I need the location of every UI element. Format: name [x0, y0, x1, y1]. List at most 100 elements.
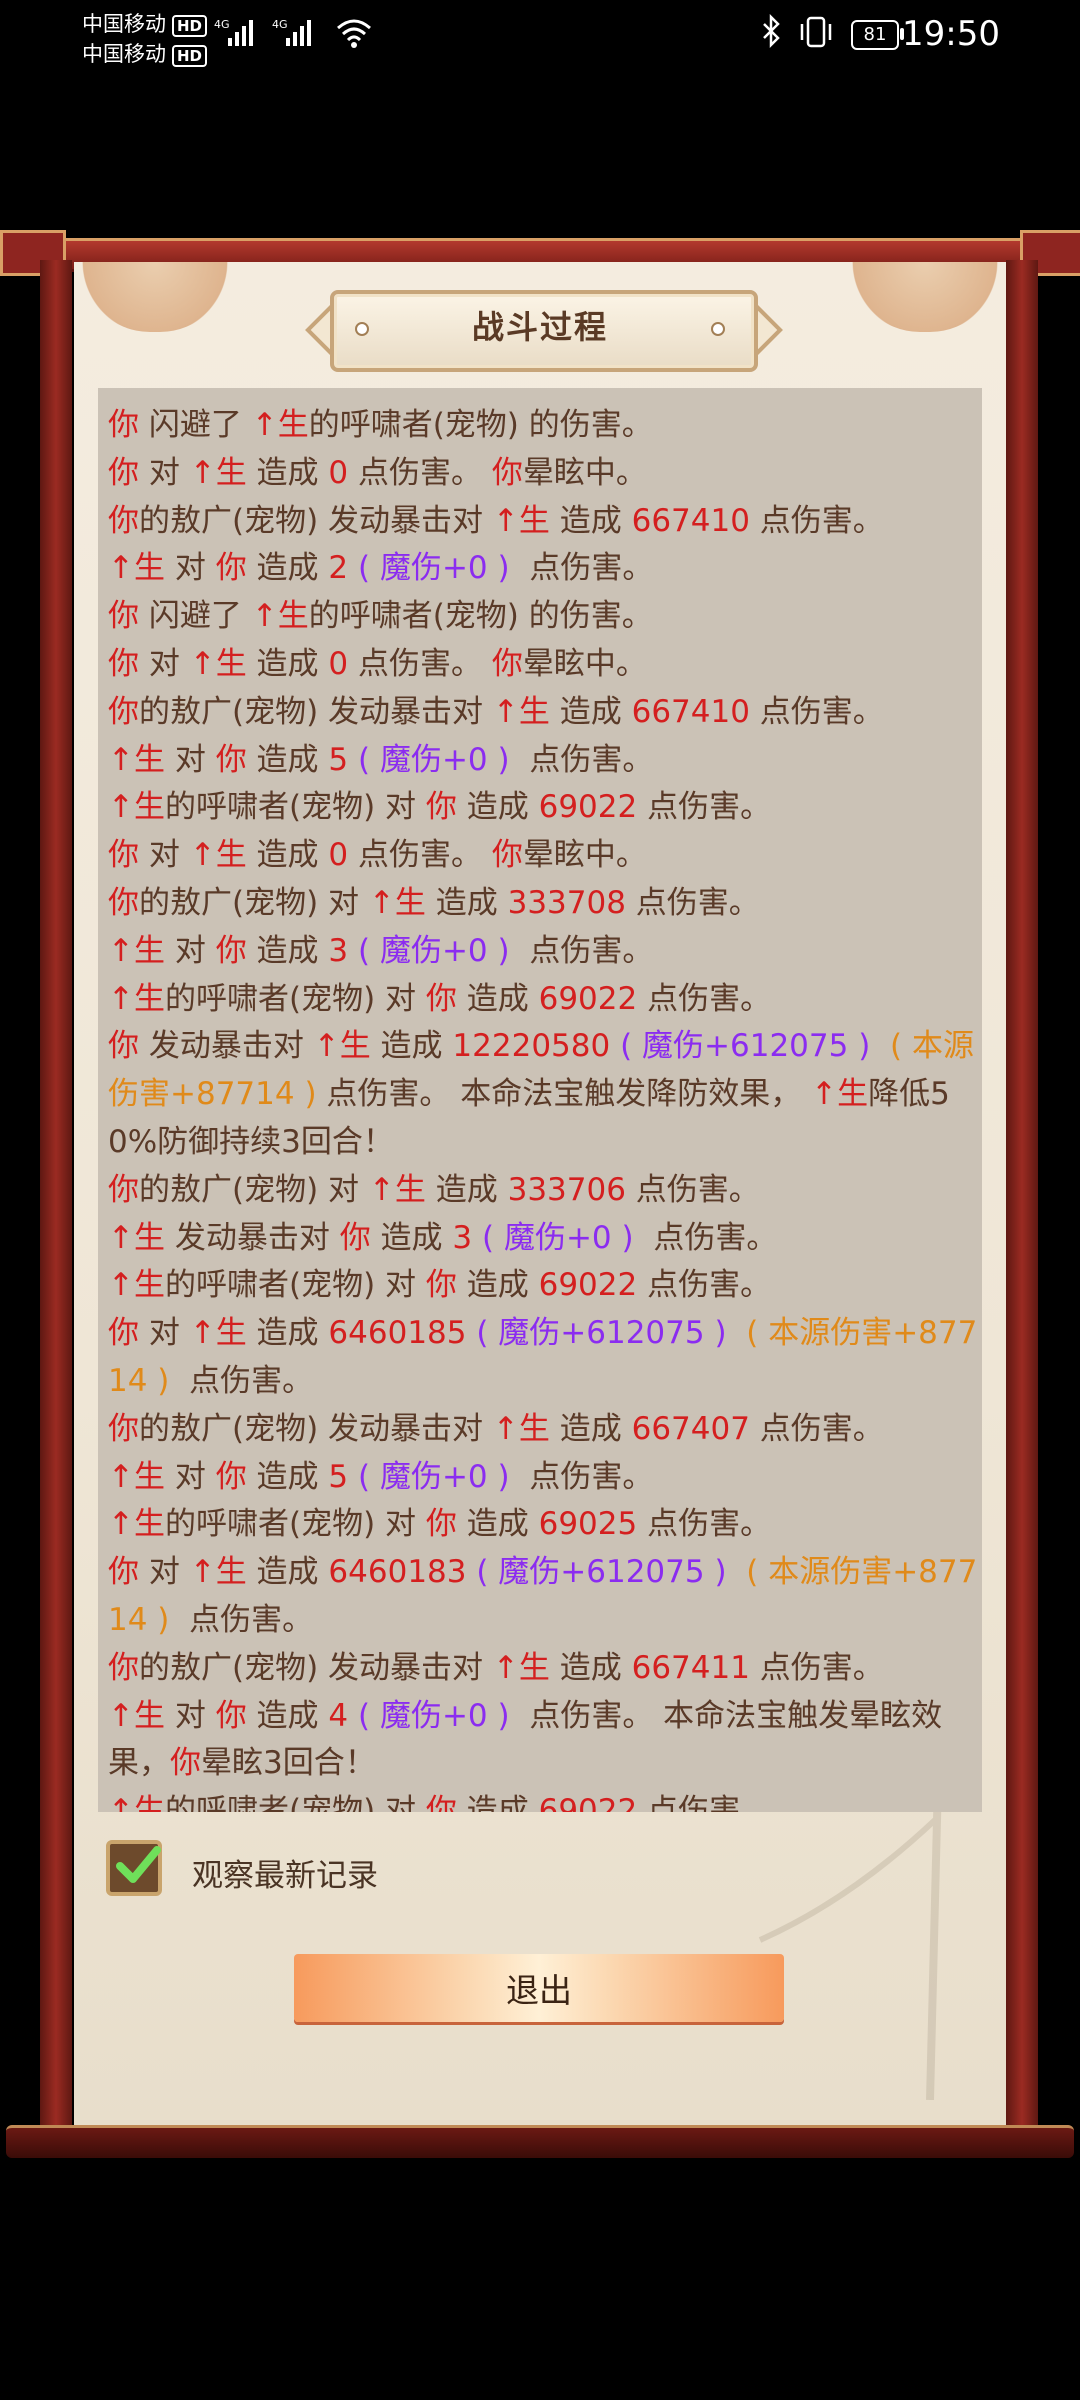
log-segment: 对: [164, 1458, 216, 1495]
log-segment: 你: [108, 502, 139, 539]
log-line: ↑生 对 你 造成 4 ( 魔伤+0 ) 点伤害。 本命法宝触发晕眩效果，你晕眩…: [108, 1693, 978, 1789]
log-segment: 333706: [507, 1171, 626, 1208]
carrier-2-name: 中国移动: [82, 42, 166, 66]
log-segment: 点伤害。: [749, 1410, 884, 1447]
dialog-title: 战斗过程: [471, 308, 608, 346]
watch-latest-label: 观察最新记录: [192, 1858, 378, 1894]
log-segment: ↑生: [313, 1028, 371, 1065]
log-segment: 对: [164, 741, 216, 778]
log-line: 你的敖广(宠物) 发动暴击对 ↑生 造成 667410 点伤害。: [108, 498, 978, 546]
log-segment: 晕眩3回合！: [201, 1745, 376, 1782]
log-segment: 的呼啸者(宠物) 对: [164, 1267, 426, 1304]
log-segment: 你: [425, 1506, 457, 1543]
log-segment: 你: [491, 837, 523, 874]
log-segment: 点伤害。: [637, 980, 772, 1017]
log-segment: 点伤害。: [179, 1362, 314, 1399]
log-segment: 你: [108, 1028, 139, 1065]
log-segment: ( 魔伤+0 ): [348, 741, 520, 778]
exit-button[interactable]: 退出: [294, 1954, 784, 2022]
log-segment: 5: [328, 741, 349, 778]
log-segment: 点伤害。: [519, 550, 654, 587]
log-segment: 你: [215, 1458, 247, 1495]
log-segment: 的敖广(宠物) 对: [139, 884, 369, 921]
battle-log[interactable]: 你 闪避了 ↑生的呼啸者(宠物) 的伤害。你 对 ↑生 造成 0 点伤害。 你晕…: [98, 388, 982, 1812]
log-segment: 你: [215, 1697, 247, 1734]
log-segment: 2: [328, 550, 349, 587]
log-segment: 晕眩中。: [522, 454, 647, 491]
log-segment: 造成: [456, 1793, 539, 1812]
log-segment: 69022: [538, 980, 638, 1017]
log-segment: 你: [425, 789, 457, 826]
log-segment: 点伤害。: [519, 741, 654, 778]
log-segment: 点伤害。: [348, 645, 492, 682]
log-segment: ( 魔伤+0 ): [348, 932, 520, 969]
log-segment: ( 魔伤+612075 ): [466, 1554, 737, 1591]
log-segment: ↑生: [251, 598, 309, 635]
log-segment: ↑生: [368, 884, 426, 921]
log-segment: 的敖广(宠物) 发动暴击对: [139, 693, 493, 730]
log-segment: ↑生: [492, 693, 550, 730]
clock: 19:50: [902, 14, 1000, 54]
log-segment: ↑生: [108, 980, 165, 1017]
log-segment: 造成: [549, 1410, 632, 1447]
log-line: ↑生 对 你 造成 5 ( 魔伤+0 ) 点伤害。: [108, 737, 978, 785]
log-segment: 你: [215, 550, 247, 587]
checkmark-icon: [116, 1846, 161, 1883]
log-segment: 你: [108, 645, 139, 682]
log-segment: ↑生: [189, 837, 247, 874]
log-segment: ↑生: [108, 1458, 165, 1495]
log-segment: 你: [425, 980, 457, 1017]
carrier-2: 中国移动 HD: [82, 38, 208, 68]
network-type-label: 4G: [214, 18, 230, 31]
log-segment: 的敖广(宠物) 发动暴击对: [139, 1649, 493, 1686]
log-segment: 的呼啸者(宠物) 对: [164, 789, 426, 826]
log-segment: 对: [164, 1697, 216, 1734]
log-segment: 点伤害。: [637, 1793, 772, 1812]
log-line: 你 对 ↑生 造成 0 点伤害。 你晕眩中。: [108, 832, 978, 880]
log-segment: ↑生: [189, 1554, 247, 1591]
log-segment: ↑生: [108, 1697, 165, 1734]
log-segment: ↑生: [189, 645, 247, 682]
log-segment: 你: [339, 1219, 371, 1256]
log-segment: 的呼啸者(宠物) 对: [164, 1506, 426, 1543]
log-segment: ↑生: [189, 1315, 247, 1352]
log-segment: 你: [170, 1745, 201, 1782]
log-segment: ↑生: [492, 502, 550, 539]
vibrate-icon: [800, 16, 832, 48]
log-segment: 造成: [425, 884, 508, 921]
log-segment: 点伤害。: [749, 502, 884, 539]
log-segment: 发动暴击对: [139, 1028, 314, 1065]
log-line: ↑生 对 你 造成 5 ( 魔伤+0 ) 点伤害。: [108, 1454, 978, 1502]
battery-indicator: 81: [851, 20, 899, 50]
log-segment: 你: [108, 1554, 139, 1591]
log-segment: 造成: [549, 693, 632, 730]
log-line: ↑生 对 你 造成 3 ( 魔伤+0 ) 点伤害。: [108, 928, 978, 976]
log-line: 你 对 ↑生 造成 0 点伤害。 你晕眩中。: [108, 641, 978, 689]
log-segment: 333708: [507, 884, 626, 921]
log-line: 你 对 ↑生 造成 0 点伤害。 你晕眩中。: [108, 450, 978, 498]
log-segment: 晕眩中。: [522, 645, 647, 682]
log-segment: 点伤害。: [519, 932, 654, 969]
log-segment: 的敖广(宠物) 发动暴击对: [139, 502, 493, 539]
scroll-pillar-left: [40, 260, 72, 2130]
log-segment: ↑生: [108, 550, 165, 587]
log-segment: ( 魔伤+0 ): [472, 1219, 644, 1256]
log-segment: 你: [425, 1793, 457, 1812]
log-line: 你的敖广(宠物) 发动暴击对 ↑生 造成 667410 点伤害。: [108, 689, 978, 737]
log-segment: 4: [328, 1697, 349, 1734]
log-segment: 造成: [246, 550, 329, 587]
log-segment: 点伤害。: [625, 1171, 760, 1208]
log-segment: ( 魔伤+612075 ): [610, 1028, 881, 1065]
log-segment: 5: [328, 1458, 349, 1495]
log-segment: 你: [108, 407, 139, 443]
log-segment: 你: [108, 454, 139, 491]
log-segment: 造成: [456, 1506, 539, 1543]
log-segment: 你: [108, 837, 139, 874]
log-segment: 点伤害。: [179, 1601, 314, 1638]
carrier-1: 中国移动 HD: [82, 8, 208, 38]
log-segment: 造成: [246, 837, 329, 874]
log-line: ↑生 发动暴击对 你 造成 3 ( 魔伤+0 ) 点伤害。: [108, 1215, 978, 1263]
log-segment: ↑生: [108, 741, 165, 778]
log-line: ↑生的呼啸者(宠物) 对 你 造成 69022 点伤害。: [108, 976, 978, 1024]
log-line: 你 对 ↑生 造成 6460183 ( 魔伤+612075 ) ( 本源伤害+8…: [108, 1549, 978, 1645]
